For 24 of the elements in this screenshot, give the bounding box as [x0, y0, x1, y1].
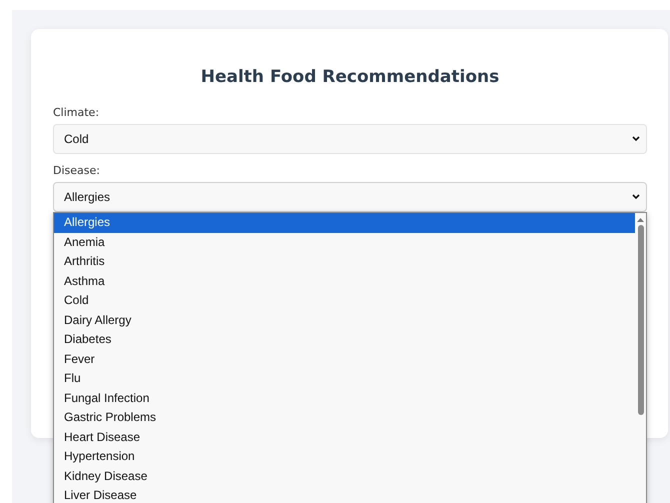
field-label: Disease: [53, 164, 101, 177]
dropdown-option[interactable]: Asthma [54, 272, 635, 291]
dropdown-option[interactable]: Liver Disease [54, 486, 635, 503]
select-field[interactable]: Allergies [53, 182, 647, 212]
dropdown-option[interactable]: Diabetes [54, 330, 635, 350]
dropdown-option[interactable]: Fungal Infection [54, 388, 635, 408]
page-title: Health Food Recommendations [200, 67, 500, 87]
dropdown-option[interactable]: Gastric Problems [54, 408, 635, 428]
chevron-down-icon [632, 194, 640, 200]
dropdown-option[interactable]: Heart Disease [54, 428, 635, 447]
dropdown-option[interactable]: Kidney Disease [54, 466, 635, 486]
dropdown-option[interactable]: Dairy Allergy [54, 310, 635, 330]
dropdown-option[interactable]: Flu [54, 369, 635, 388]
select-field[interactable]: Cold [53, 124, 647, 154]
scroll-up-icon[interactable] [637, 217, 644, 223]
dropdown-option[interactable]: Anemia [54, 232, 635, 252]
dropdown-option[interactable]: Fever [54, 350, 635, 369]
dropdown-option[interactable]: Cold [54, 291, 635, 310]
field-label: Climate: [53, 106, 100, 119]
dropdown-option[interactable]: Arthritis [54, 252, 635, 272]
chevron-down-icon [632, 136, 640, 142]
scrollbar-thumb[interactable] [638, 225, 644, 415]
dropdown-option[interactable]: Hypertension [54, 447, 635, 466]
dropdown-option[interactable]: Allergies [54, 213, 635, 232]
